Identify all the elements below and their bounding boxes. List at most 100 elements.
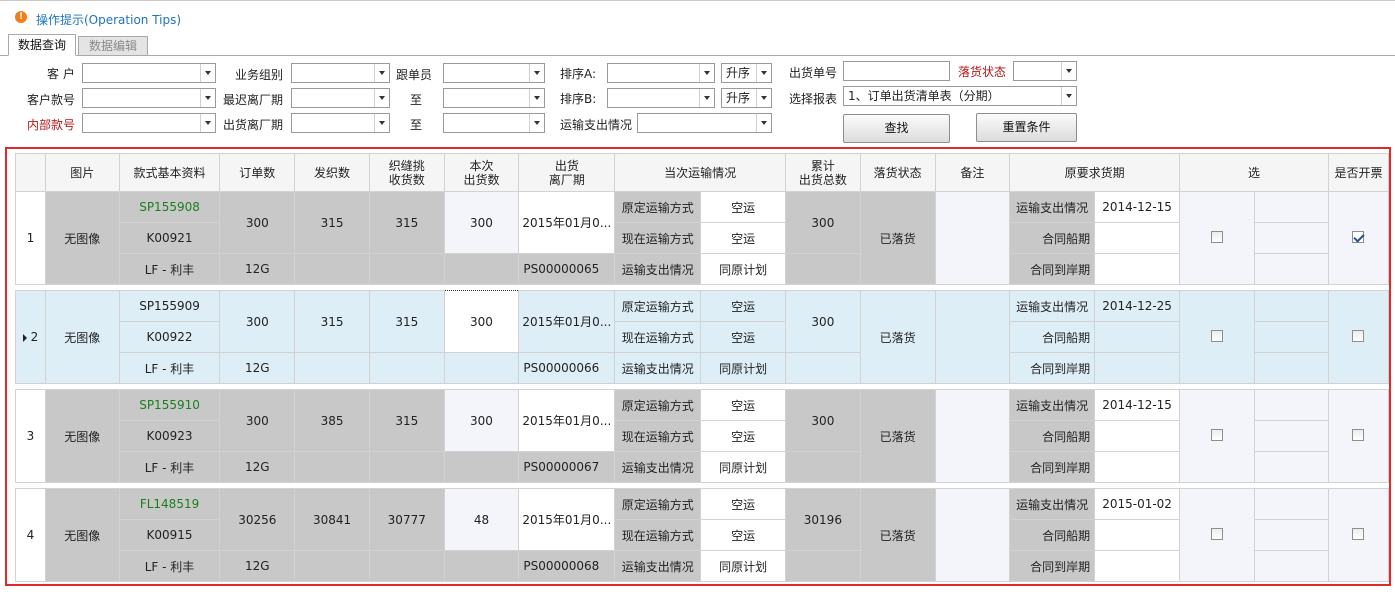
chevron-down-icon[interactable] xyxy=(374,114,389,132)
row-cost[interactable]: 同原计划 xyxy=(700,451,786,483)
row-orig-mode[interactable]: 空运 xyxy=(700,290,786,322)
row-cur-mode[interactable]: 空运 xyxy=(700,321,786,353)
row-number[interactable]: 2 xyxy=(15,290,46,384)
biz-group-combo[interactable] xyxy=(291,63,390,83)
row-orig-mode[interactable]: 空运 xyxy=(700,389,786,421)
header-transport[interactable]: 当次运输情况 xyxy=(614,153,786,192)
chevron-down-icon[interactable] xyxy=(200,114,215,132)
row-contract-ship[interactable] xyxy=(1094,222,1181,254)
sort-b-combo[interactable] xyxy=(607,88,715,108)
ship-no-input[interactable] xyxy=(843,61,950,81)
chevron-down-icon[interactable] xyxy=(200,64,215,82)
row-remark[interactable] xyxy=(934,389,1011,483)
row-invoice-checkbox[interactable] xyxy=(1352,230,1365,243)
tab-data-edit[interactable]: 数据编辑 xyxy=(78,36,148,56)
header-knit-qty[interactable]: 发织数 xyxy=(294,153,370,192)
row-invoice-cell[interactable] xyxy=(1327,290,1389,384)
header-remark[interactable]: 备注 xyxy=(934,153,1011,192)
row-ps-no[interactable]: PS00000066 xyxy=(518,352,616,384)
row-cost[interactable]: 同原计划 xyxy=(700,550,786,582)
row-cur-mode[interactable]: 空运 xyxy=(700,519,786,551)
land-status-combo[interactable] xyxy=(1013,61,1077,81)
row-orig-date[interactable]: 2015-01-02 xyxy=(1094,488,1181,520)
row-remark[interactable] xyxy=(934,290,1011,384)
row-number[interactable]: 3 xyxy=(15,389,46,483)
header-ship-leave[interactable]: 出货 离厂期 xyxy=(518,153,616,192)
ship-leave-to-combo[interactable] xyxy=(443,113,545,133)
chevron-down-icon[interactable] xyxy=(756,64,771,82)
row-select-cell[interactable] xyxy=(1179,191,1255,285)
row-select-checkbox[interactable] xyxy=(1210,428,1223,441)
chevron-down-icon[interactable] xyxy=(756,89,771,107)
row-style-no[interactable]: SP155908 xyxy=(118,191,221,223)
row-contract-port[interactable] xyxy=(1094,451,1181,483)
row-orig-date[interactable]: 2014-12-15 xyxy=(1094,389,1181,421)
row-invoice-cell[interactable] xyxy=(1327,488,1389,582)
row-ps-no[interactable]: PS00000065 xyxy=(518,253,616,285)
report-combo[interactable]: 1、订单出货清单表（分期） xyxy=(843,86,1077,106)
table-row[interactable]: 1 无图像 SP155908 300 315 315 300 2015年01月0... 原定运输… xyxy=(15,191,1389,285)
row-number[interactable]: 4 xyxy=(15,488,46,582)
row-this-ship[interactable]: 300 xyxy=(443,389,520,452)
row-this-ship[interactable]: 300 xyxy=(443,290,520,353)
row-orig-date[interactable]: 2014-12-25 xyxy=(1094,290,1181,322)
row-invoice-checkbox[interactable] xyxy=(1352,428,1365,441)
customer-combo[interactable] xyxy=(82,63,216,83)
row-select-cell[interactable] xyxy=(1179,290,1255,384)
row-style-no[interactable]: SP155910 xyxy=(118,389,221,421)
chevron-down-icon[interactable] xyxy=(1061,87,1076,105)
sort-b-order-combo[interactable]: 升序 xyxy=(721,88,772,108)
row-orig-mode[interactable]: 空运 xyxy=(700,191,786,223)
row-orig-mode[interactable]: 空运 xyxy=(700,488,786,520)
chevron-down-icon[interactable] xyxy=(374,89,389,107)
search-button[interactable]: 查找 xyxy=(843,114,950,143)
row-contract-ship[interactable] xyxy=(1094,321,1181,353)
follower-combo[interactable] xyxy=(443,63,545,83)
table-row[interactable]: 3 无图像 SP155910 300 385 315 300 2015年01月0... 原定运输… xyxy=(15,389,1389,483)
chevron-down-icon[interactable] xyxy=(529,114,544,132)
row-contract-port[interactable] xyxy=(1094,352,1181,384)
sort-a-order-combo[interactable]: 升序 xyxy=(721,63,772,83)
chevron-down-icon[interactable] xyxy=(1061,62,1076,80)
row-contract-ship[interactable] xyxy=(1094,420,1181,452)
operation-tips-text[interactable]: 操作提示(Operation Tips) xyxy=(36,11,181,28)
tab-data-query[interactable]: 数据查询 xyxy=(8,34,76,56)
chevron-down-icon[interactable] xyxy=(529,64,544,82)
header-order-qty[interactable]: 订单数 xyxy=(219,153,296,192)
row-invoice-checkbox[interactable] xyxy=(1352,329,1365,342)
cust-style-combo[interactable] xyxy=(82,88,216,108)
last-leave-to-combo[interactable] xyxy=(443,88,545,108)
inner-style-combo[interactable] xyxy=(82,113,216,133)
header-stitch-qty[interactable]: 织缝挑 收货数 xyxy=(368,153,445,192)
row-orig-date[interactable]: 2014-12-15 xyxy=(1094,191,1181,223)
chevron-down-icon[interactable] xyxy=(699,89,714,107)
row-remark[interactable] xyxy=(934,488,1011,582)
row-this-ship[interactable]: 48 xyxy=(443,488,520,551)
row-this-ship[interactable]: 300 xyxy=(443,191,520,254)
header-picture[interactable]: 图片 xyxy=(44,153,120,192)
row-cost[interactable]: 同原计划 xyxy=(700,253,786,285)
sort-a-combo[interactable] xyxy=(607,63,715,83)
row-remark[interactable] xyxy=(934,191,1011,285)
reset-button[interactable]: 重置条件 xyxy=(976,113,1077,142)
header-style-info[interactable]: 款式基本资料 xyxy=(118,153,221,192)
row-ps-no[interactable]: PS00000067 xyxy=(518,451,616,483)
row-contract-port[interactable] xyxy=(1094,253,1181,285)
ship-leave-from-combo[interactable] xyxy=(291,113,390,133)
row-select-cell[interactable] xyxy=(1179,488,1255,582)
row-style-no[interactable]: SP155909 xyxy=(118,290,221,322)
row-contract-port[interactable] xyxy=(1094,550,1181,582)
row-style-no[interactable]: FL148519 xyxy=(118,488,221,520)
row-cost[interactable]: 同原计划 xyxy=(700,352,786,384)
row-select-cell[interactable] xyxy=(1179,389,1255,483)
transport-cost-combo[interactable] xyxy=(637,113,772,133)
chevron-down-icon[interactable] xyxy=(756,114,771,132)
row-ps-no[interactable]: PS00000068 xyxy=(518,550,616,582)
chevron-down-icon[interactable] xyxy=(200,89,215,107)
row-invoice-cell[interactable] xyxy=(1327,389,1389,483)
chevron-down-icon[interactable] xyxy=(374,64,389,82)
row-invoice-cell[interactable] xyxy=(1327,191,1389,285)
row-select-checkbox[interactable] xyxy=(1210,230,1223,243)
row-cur-mode[interactable]: 空运 xyxy=(700,420,786,452)
table-row[interactable]: 2 无图像 SP155909 300 315 315 300 2015年01月0... 原定运输… xyxy=(15,290,1389,384)
